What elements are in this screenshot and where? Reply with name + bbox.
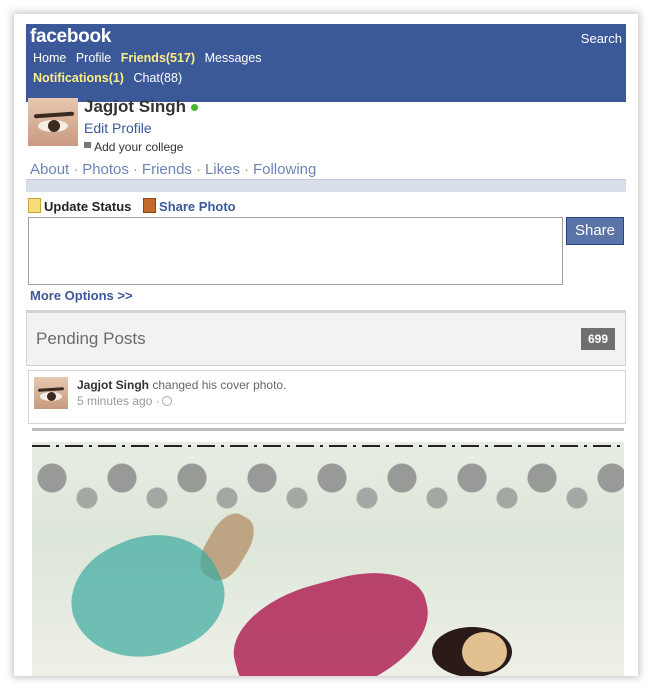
update-status-tab[interactable]: Update Status [44, 199, 131, 214]
profile-name[interactable]: Jagjot Singh [84, 97, 186, 116]
story-author-avatar[interactable] [34, 377, 68, 409]
nav-notifications-link[interactable]: Notifications(1) [33, 71, 124, 85]
tab-separator: · [195, 161, 201, 178]
tab-following[interactable]: Following [253, 161, 316, 178]
profile-avatar[interactable] [28, 98, 78, 146]
tab-separator: · [243, 161, 249, 178]
feed-story: Jagjot Singh changed his cover photo. 5 … [28, 370, 626, 424]
online-status-icon [191, 104, 198, 112]
search-link[interactable]: Search [581, 31, 622, 46]
status-note-icon [28, 198, 41, 213]
nav-profile-link[interactable]: Profile [76, 51, 111, 65]
cover-photo-image[interactable] [32, 442, 624, 676]
status-textarea[interactable] [28, 217, 563, 285]
section-divider-bar [26, 179, 626, 192]
story-divider [32, 428, 624, 431]
tab-separator: · [132, 161, 138, 178]
photo-icon [143, 198, 157, 213]
profile-tabs: About · Photos · Friends · Likes · Following [30, 161, 316, 178]
share-photo-tab-wrap[interactable]: Share Photo [143, 198, 236, 214]
story-author-name[interactable]: Jagjot Singh [77, 378, 149, 392]
edit-profile-link[interactable]: Edit Profile [84, 120, 152, 136]
profile-header: Jagjot Singh Edit Profile ▀ Add your coll… [28, 97, 628, 178]
story-timestamp-row: 5 minutes ago · [77, 394, 172, 408]
story-timestamp[interactable]: 5 minutes ago · [77, 394, 160, 408]
tab-separator: · [73, 161, 79, 178]
pending-posts-count-badge: 699 [581, 328, 615, 350]
share-button[interactable]: Share [566, 217, 624, 245]
privacy-globe-icon [161, 396, 172, 406]
pending-posts-bar[interactable]: Pending Posts 699 [26, 310, 626, 366]
top-navigation-bar: facebook Search Home Profile Friends(517… [26, 24, 626, 102]
more-options-link[interactable]: More Options >> [30, 288, 133, 303]
add-college-link[interactable]: Add your college [94, 140, 183, 154]
nav-friends-link[interactable]: Friends(517) [121, 51, 195, 65]
nav-chat-link[interactable]: Chat(88) [133, 71, 182, 85]
page-frame: facebook Search Home Profile Friends(517… [14, 14, 638, 676]
tab-friends[interactable]: Friends [142, 161, 192, 178]
story-headline: Jagjot Singh changed his cover photo. [77, 378, 286, 392]
tab-photos[interactable]: Photos [82, 161, 129, 178]
nav-row-primary: Home Profile Friends(517) Messages [33, 51, 268, 65]
nav-home-link[interactable]: Home [33, 51, 66, 65]
story-action-text: changed his cover photo. [152, 378, 287, 392]
tab-likes[interactable]: Likes [205, 161, 240, 178]
share-photo-tab[interactable]: Share Photo [159, 199, 236, 214]
facebook-logo[interactable]: facebook [30, 26, 111, 48]
graduation-cap-icon: ▀ [84, 143, 92, 154]
pending-posts-label: Pending Posts [36, 329, 146, 348]
profile-name-row: Jagjot Singh [84, 97, 198, 117]
status-composer: Update Status Share Photo Share More Opt… [28, 198, 628, 308]
add-college-row: ▀ Add your college [84, 140, 183, 154]
tab-about[interactable]: About [30, 161, 69, 178]
nav-messages-link[interactable]: Messages [205, 51, 262, 65]
nav-row-secondary: Notifications(1) Chat(88) [33, 71, 188, 85]
composer-tabs: Update Status Share Photo [28, 198, 236, 214]
